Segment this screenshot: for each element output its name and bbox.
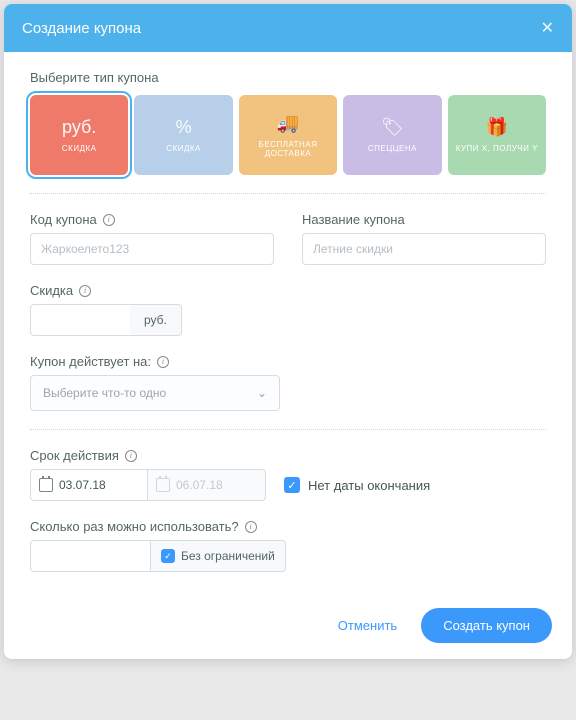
date-range: 03.07.18 06.07.18: [30, 469, 266, 501]
coupon-type-label: СКИДКА: [162, 144, 205, 153]
discount-field: Скидка i руб.: [30, 283, 546, 336]
applies-placeholder: Выберите что-то одно: [43, 386, 166, 400]
usage-field: Сколько раз можно использовать? i ✓ Без …: [30, 519, 546, 572]
applies-select[interactable]: Выберите что-то одно ⌄: [30, 375, 280, 411]
create-coupon-modal: Создание купона ✕ Выберите тип купона ру…: [4, 4, 572, 659]
coupon-type-card[interactable]: 🎁 КУПИ X, ПОЛУЧИ Y: [448, 95, 546, 175]
end-date-input[interactable]: 06.07.18: [148, 469, 266, 501]
code-label: Код купона: [30, 212, 97, 227]
modal-footer: Отменить Создать купон: [4, 592, 572, 659]
type-section-label: Выберите тип купона: [30, 70, 546, 85]
coupon-type-card[interactable]: % СКИДКА: [134, 95, 232, 175]
coupon-type-icon: 🚚: [277, 113, 299, 134]
modal-body: Выберите тип купона руб. СКИДКА% СКИДКА 🚚 БЕ…: [4, 52, 572, 592]
coupon-type-label: СКИДКА: [58, 144, 101, 153]
coupon-type-card[interactable]: 🏷 СПЕЦЦЕНА: [343, 95, 441, 175]
coupon-type-label: КУПИ X, ПОЛУЧИ Y: [452, 144, 542, 153]
coupon-type-icon: %: [176, 117, 192, 138]
divider: [30, 429, 546, 430]
coupon-type-card[interactable]: руб. СКИДКА: [30, 95, 128, 175]
divider: [30, 193, 546, 194]
unlimited-label: Без ограничений: [181, 549, 275, 563]
calendar-icon: [39, 478, 53, 492]
discount-input[interactable]: [30, 304, 130, 336]
discount-suffix: руб.: [130, 304, 182, 336]
code-name-row: Код купона i Название купона: [30, 212, 546, 265]
code-field: Код купона i: [30, 212, 274, 265]
applies-label: Купон действует на:: [30, 354, 151, 369]
info-icon[interactable]: i: [79, 285, 91, 297]
calendar-icon: [156, 478, 170, 492]
modal-header: Создание купона ✕: [4, 4, 572, 52]
coupon-type-list: руб. СКИДКА% СКИДКА 🚚 БЕСПЛАТНАЯ ДОСТАВКА 🏷 СП…: [30, 95, 546, 175]
applies-field: Купон действует на: i Выберите что-то од…: [30, 354, 546, 411]
end-date-value: 06.07.18: [176, 478, 223, 492]
code-input[interactable]: [30, 233, 274, 265]
validity-field: Срок действия i 03.07.18 06.07.18 ✓ Н: [30, 448, 546, 501]
info-icon[interactable]: i: [125, 450, 137, 462]
validity-label: Срок действия: [30, 448, 119, 463]
name-field: Название купона: [302, 212, 546, 265]
unlimited-checkbox[interactable]: ✓: [161, 549, 175, 563]
unlimited-suffix: ✓ Без ограничений: [150, 540, 286, 572]
info-icon[interactable]: i: [157, 356, 169, 368]
info-icon[interactable]: i: [245, 521, 257, 533]
usage-input[interactable]: [30, 540, 150, 572]
start-date-value: 03.07.18: [59, 478, 106, 492]
submit-button[interactable]: Создать купон: [421, 608, 552, 643]
coupon-type-label: БЕСПЛАТНАЯ ДОСТАВКА: [239, 140, 337, 158]
coupon-type-icon: 🏷: [381, 117, 404, 138]
name-label: Название купона: [302, 212, 405, 227]
no-end-date-checkbox[interactable]: ✓: [284, 477, 300, 493]
coupon-type-icon: 🎁: [486, 117, 508, 138]
discount-label: Скидка: [30, 283, 73, 298]
info-icon[interactable]: i: [103, 214, 115, 226]
coupon-type-card[interactable]: 🚚 БЕСПЛАТНАЯ ДОСТАВКА: [239, 95, 337, 175]
no-end-date-label: Нет даты окончания: [308, 478, 430, 493]
chevron-down-icon: ⌄: [257, 386, 267, 400]
modal-title: Создание купона: [22, 20, 141, 37]
close-icon[interactable]: ✕: [541, 18, 554, 38]
usage-label: Сколько раз можно использовать?: [30, 519, 239, 534]
coupon-type-icon: руб.: [62, 117, 96, 138]
name-input[interactable]: [302, 233, 546, 265]
no-end-date-row: ✓ Нет даты окончания: [284, 477, 430, 493]
start-date-input[interactable]: 03.07.18: [30, 469, 148, 501]
coupon-type-label: СПЕЦЦЕНА: [364, 144, 421, 153]
cancel-button[interactable]: Отменить: [324, 610, 411, 641]
